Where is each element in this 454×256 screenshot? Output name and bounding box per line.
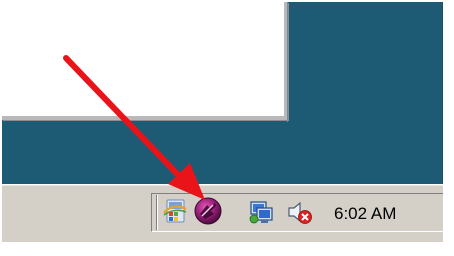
volume-muted-icon[interactable] [285,198,313,226]
taskbar-clock[interactable]: 6:02 AM [334,204,396,224]
frame-edge-bottom [0,242,454,256]
highlighted-app-tray-icon[interactable] [193,196,223,226]
quick-launch-app-icon[interactable] [161,197,189,225]
frame-edge-right [443,0,454,256]
app-window[interactable] [2,2,288,120]
screenshot: 6:02 AM [0,0,454,256]
network-icon[interactable] [248,198,276,226]
window-edge [287,2,288,122]
tray-divider [156,195,158,230]
